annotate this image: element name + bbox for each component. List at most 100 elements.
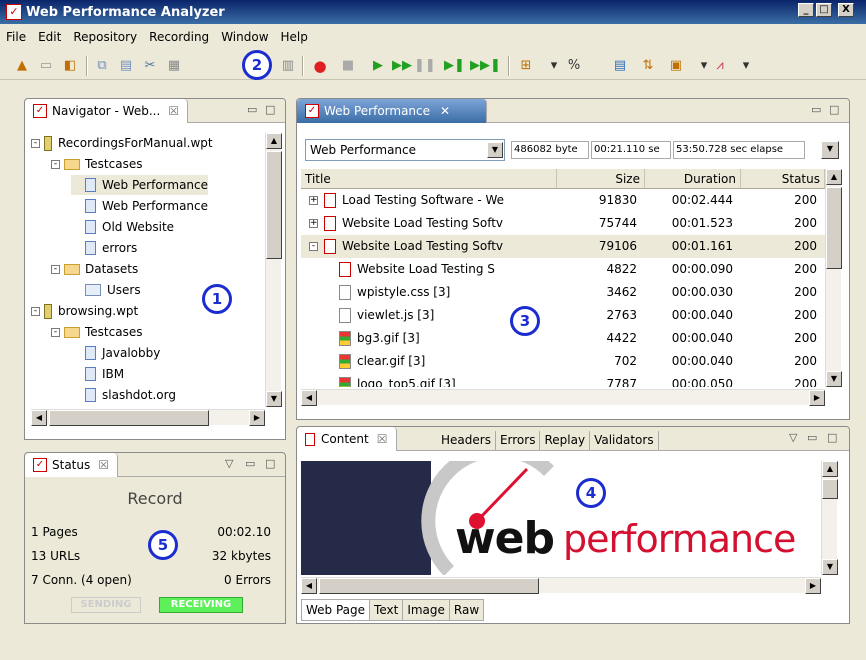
menu-file[interactable]: File [6, 30, 26, 44]
content-hscrollbar[interactable]: ◀ ▶ [301, 577, 821, 594]
column-header-duration[interactable]: Duration [645, 169, 741, 189]
tree-item[interactable]: Javalobby [71, 343, 160, 363]
export-icon[interactable]: ▦ [166, 58, 182, 74]
minimize-view-icon[interactable]: ▭ [807, 431, 817, 444]
analyze-icon[interactable]: ▤ [612, 58, 628, 74]
minimize-view-icon[interactable]: ▭ [247, 103, 257, 116]
open-icon[interactable]: ▭ [38, 58, 54, 74]
close-icon[interactable]: ☒ [377, 432, 388, 446]
table-row[interactable]: - Website Load Testing Softv 79106 00:01.16… [301, 235, 825, 258]
content-vscrollbar[interactable]: ▲ ▼ [821, 461, 838, 575]
fast-forward-icon[interactable]: ▶▶ [392, 58, 412, 74]
scroll-up-icon[interactable]: ▲ [826, 169, 842, 185]
chevron-down-icon[interactable]: ▼ [487, 142, 503, 158]
new-icon[interactable]: ▲ [14, 58, 30, 74]
tab-errors[interactable]: Errors [496, 431, 541, 451]
chart-icon[interactable]: ⩘ [712, 58, 728, 74]
close-icon[interactable]: ☒ [98, 458, 109, 472]
expander-icon[interactable]: + [309, 219, 318, 228]
tree-item[interactable]: Web Performance [71, 175, 209, 195]
stop-icon[interactable]: ■ [340, 58, 356, 74]
tab-image[interactable]: Image [403, 599, 450, 621]
sort-icon[interactable]: ⇅ [640, 58, 656, 74]
table-row[interactable]: viewlet.js [3] 2763 00:00.040 200 [301, 304, 825, 327]
scroll-left-icon[interactable]: ◀ [301, 578, 317, 594]
table-vscrollbar[interactable]: ▲ ▼ [825, 169, 842, 387]
column-header-title[interactable]: Title [301, 169, 557, 189]
scroll-right-icon[interactable]: ▶ [809, 390, 825, 406]
content-tab[interactable]: Content ☒ [297, 427, 397, 451]
menu-repository[interactable]: Repository [73, 30, 137, 44]
step-icon[interactable]: ▶❚ [444, 58, 465, 74]
report-icon[interactable]: ▣ [668, 58, 684, 74]
column-header-status[interactable]: Status [741, 169, 825, 189]
maximize-view-icon[interactable]: □ [829, 103, 839, 116]
tab-headers[interactable]: Headers [437, 431, 496, 451]
tree-item[interactable]: Web Performance [71, 196, 208, 216]
tree-item[interactable]: IBM [71, 364, 124, 384]
record-icon[interactable]: ● [312, 58, 328, 74]
testcase-combo[interactable]: Web Performance ▼ [305, 139, 505, 161]
compare-icon[interactable]: ⊞ [518, 58, 534, 74]
tree-item[interactable]: - RecordingsForManual.wpt [31, 133, 213, 153]
scroll-down-icon[interactable]: ▼ [826, 371, 842, 387]
paste-icon[interactable]: ▤ [118, 58, 134, 74]
tree-item[interactable]: - Datasets [51, 259, 138, 279]
scroll-thumb[interactable] [826, 187, 842, 269]
tab-raw[interactable]: Raw [449, 599, 485, 621]
table-row[interactable]: Website Load Testing S 4822 00:00.090 200 [301, 258, 825, 281]
tree-item[interactable]: - Testcases [51, 322, 142, 342]
chevron-down-icon[interactable]: ▾ [738, 58, 754, 74]
play-icon[interactable]: ▶ [370, 58, 386, 74]
scroll-left-icon[interactable]: ◀ [301, 390, 317, 406]
tree-item[interactable]: Old Website [71, 217, 174, 237]
expander-icon[interactable]: - [51, 327, 60, 337]
table-hscrollbar[interactable]: ◀ ▶ [301, 389, 825, 406]
table-row[interactable]: bg3.gif [3] 4422 00:00.040 200 [301, 327, 825, 350]
disabled-icon[interactable]: ▥ [280, 58, 296, 74]
expander-icon[interactable]: - [51, 264, 60, 274]
menu-edit[interactable]: Edit [38, 30, 61, 44]
tree-item[interactable]: - browsing.wpt [31, 301, 138, 321]
scroll-right-icon[interactable]: ▶ [805, 578, 821, 594]
expander-icon[interactable]: - [31, 306, 40, 316]
tab-validators[interactable]: Validators [590, 431, 659, 451]
expander-icon[interactable]: - [31, 138, 40, 148]
scroll-down-icon[interactable]: ▼ [266, 391, 282, 407]
pause-icon[interactable]: ❚❚ [414, 58, 436, 74]
menu-recording[interactable]: Recording [149, 30, 209, 44]
column-header-size[interactable]: Size [557, 169, 645, 189]
scroll-thumb[interactable] [319, 578, 539, 594]
tree-item[interactable]: errors [71, 238, 137, 258]
table-row[interactable]: + Load Testing Software - We 91830 00:02.44… [301, 189, 825, 212]
expander-icon[interactable]: + [309, 196, 318, 205]
copy-icon[interactable]: ⧉ [94, 58, 110, 74]
cut-icon[interactable]: ✂ [142, 58, 158, 74]
table-row[interactable]: + Website Load Testing Softv 75744 00:01.52… [301, 212, 825, 235]
tree-item[interactable]: slashdot.org [71, 385, 176, 405]
scroll-right-icon[interactable]: ▶ [249, 410, 265, 426]
navigator-hscrollbar[interactable]: ◀ ▶ [31, 409, 265, 426]
menu-window[interactable]: Window [221, 30, 268, 44]
view-menu-icon[interactable]: ▽ [789, 431, 797, 444]
scroll-thumb[interactable] [49, 410, 209, 426]
status-tab[interactable]: ✓ Status ☒ [25, 453, 119, 477]
editor-tab[interactable]: ✓ Web Performance ✕ [297, 99, 487, 123]
menu-help[interactable]: Help [281, 30, 308, 44]
tree-item[interactable]: - Testcases [51, 154, 142, 174]
tab-replay[interactable]: Replay [540, 431, 591, 451]
navigator-vscrollbar[interactable]: ▲ ▼ [265, 133, 282, 407]
table-row[interactable]: logo_top5.gif [3] 7787 00:00.050 200 [301, 373, 825, 387]
view-menu-icon[interactable]: ▽ [225, 457, 233, 470]
table-row[interactable]: wpistyle.css [3] 3462 00:00.030 200 [301, 281, 825, 304]
minimize-button[interactable]: _ [798, 3, 814, 17]
table-row[interactable]: clear.gif [3] 702 00:00.040 200 [301, 350, 825, 373]
minimize-view-icon[interactable]: ▭ [811, 103, 821, 116]
tab-text[interactable]: Text [370, 599, 404, 621]
maximize-button[interactable]: □ [816, 3, 832, 17]
percent-icon[interactable]: % [566, 58, 582, 74]
scroll-thumb[interactable] [822, 479, 838, 499]
tab-web-page[interactable]: Web Page [301, 599, 371, 621]
minimize-view-icon[interactable]: ▭ [245, 457, 255, 470]
expander-icon[interactable]: - [51, 159, 60, 169]
